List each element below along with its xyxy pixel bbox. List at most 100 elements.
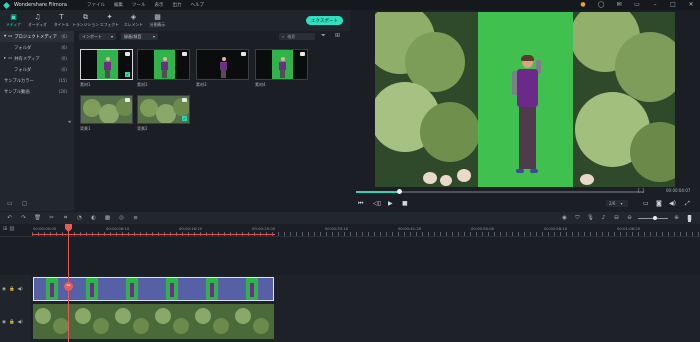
new-folder-icon[interactable]: ▭ [7, 200, 13, 207]
import-dropdown[interactable]: インポート ▾ [79, 33, 116, 40]
eye-icon[interactable]: ◉ [2, 320, 6, 325]
mute-icon[interactable]: ◀) [18, 320, 23, 325]
tick-label: 00:00:00:00 [33, 226, 57, 231]
filter-icon[interactable]: ⏷ [321, 32, 326, 40]
search-input[interactable]: ⌕ 検索 [279, 33, 315, 40]
tab-media[interactable]: ▣ メディア [2, 10, 25, 31]
play-icon[interactable]: ▶ [388, 200, 393, 207]
sidebar-item-project-media[interactable]: ▾ ▭ プロジェクトメディア (6) [0, 31, 74, 42]
crop-icon[interactable]: ⌗ [61, 215, 70, 222]
media-clip-2[interactable] [137, 49, 190, 80]
sidebar-item-sample-videos[interactable]: サンプル動画 (20) [0, 86, 74, 97]
media-clip-3[interactable] [196, 49, 249, 80]
tab-effect[interactable]: ✦ エフェクト [98, 10, 121, 31]
lock-icon[interactable]: 🔒 [9, 287, 15, 292]
media-clip-background-2[interactable]: ✓ [137, 95, 190, 124]
audio-mix-icon[interactable]: ≡ [131, 215, 140, 221]
check-icon: ✓ [182, 116, 187, 121]
clip-frame [115, 308, 131, 324]
minimize-icon[interactable]: – [650, 1, 660, 8]
timeline-clip-background[interactable] [33, 304, 274, 339]
media-clip-background-1[interactable] [80, 95, 133, 124]
green-screen-icon[interactable]: ▩ [103, 215, 112, 221]
undo-icon[interactable]: ↶ [5, 215, 14, 221]
media-clip-1[interactable]: ✓ [80, 49, 133, 80]
snapshot-icon[interactable]: ◙ [656, 200, 662, 207]
microphone-icon[interactable]: 🎙 [586, 215, 595, 221]
export-button[interactable]: エクスポート [306, 16, 343, 25]
menu-edit[interactable]: 編集 [114, 2, 123, 8]
playback-progress-handle[interactable] [396, 189, 402, 194]
clip-frame [126, 278, 138, 300]
volume-icon[interactable]: ◀) [669, 200, 676, 207]
tab-element[interactable]: ◈ エレメント [122, 10, 145, 31]
media-clip-4[interactable] [255, 49, 308, 80]
grid-view-icon[interactable]: ⊞ [335, 32, 340, 39]
prev-frame-icon[interactable]: ◁▯ [373, 200, 381, 207]
tab-audio[interactable]: ♫ オーディオ [26, 10, 49, 31]
tab-split[interactable]: ▦ 分割表示 [146, 10, 169, 31]
folder-icon[interactable]: ▢ [22, 200, 28, 207]
chevron-down-icon: ▾ [620, 201, 623, 206]
clip-frame [173, 318, 189, 334]
collapse-panel-icon[interactable]: ◂ [68, 119, 71, 125]
split-clip-icon[interactable]: ✂ [64, 282, 73, 291]
fullscreen-icon[interactable]: ⤢ [685, 200, 690, 208]
media-library-sidebar: ▾ ▭ プロジェクトメディア (6) フォルダ (6) ▸ ▭ 共有メディア (0) フォルダ… [0, 31, 74, 211]
color-icon[interactable]: ◐ [89, 215, 98, 221]
menu-file[interactable]: ファイル [87, 2, 105, 8]
delete-icon[interactable]: 🗑 [33, 215, 42, 221]
mark-in-out-icon[interactable]: { } [637, 188, 645, 194]
zoom-in-icon[interactable]: ⊕ [672, 215, 681, 221]
speed-icon[interactable]: ◔ [75, 215, 84, 221]
preview-panel: { } 00:00:04:07 ⏮ ◁▯ ▶ ■ 2/6 ▾ ▭ ◙ ◀) ⤢ [350, 10, 700, 212]
eye-icon[interactable]: ◉ [2, 287, 6, 292]
bulb-icon[interactable]: ● [578, 1, 588, 8]
timeline-ruler[interactable]: 00:00:00:00 00:00:08:10 00:00:16:20 00:0… [0, 224, 700, 237]
clip-frame [166, 278, 178, 300]
add-track-icon[interactable]: ⊞ ⛓ [3, 226, 15, 232]
mute-icon[interactable]: ◀) [18, 287, 23, 292]
close-icon[interactable]: ✕ [686, 1, 696, 8]
record-dropdown[interactable]: 録画/録音 ▾ [121, 33, 158, 40]
lock-icon[interactable]: 🔒 [9, 320, 15, 325]
sidebar-item-sample-colors[interactable]: サンプルカラー (15) [0, 75, 74, 86]
clip-frame [46, 278, 58, 300]
timeline-toolbar: ↶ ↷ 🗑 ✂ ⌗ ◔ ◐ ▩ ◎ ≡ ◉ ⛉ 🎙 ♪ ⊟ ⊖ ⊕ ▥ [0, 212, 700, 224]
sidebar-item-shared-folder[interactable]: フォルダ (0) [0, 64, 74, 75]
menu-help[interactable]: ヘルプ [190, 2, 204, 8]
user-icon[interactable]: ◯ [596, 1, 606, 8]
chevron-down-icon: ▾ [152, 34, 155, 39]
notification-icon[interactable]: ✉ [614, 1, 624, 8]
step-back-icon[interactable]: ⏮ [358, 200, 363, 208]
redo-icon[interactable]: ↷ [19, 215, 28, 221]
render-quality-select[interactable]: 2/6 ▾ [606, 200, 628, 207]
clip-frame [195, 308, 211, 324]
monitor-icon[interactable]: ▭ [643, 200, 649, 207]
sidebar-item-shared-media[interactable]: ▸ ▭ 共有メディア (0) [0, 53, 74, 64]
render-icon[interactable]: ◉ [560, 215, 569, 221]
timeline-zoom-slider[interactable] [638, 215, 668, 220]
mixer-icon[interactable]: ⊟ [612, 215, 621, 221]
timeline-zoom-handle[interactable] [652, 215, 657, 220]
cut-icon[interactable]: ✂ [47, 215, 56, 221]
tab-title[interactable]: T タイトル [50, 10, 73, 31]
preview-video[interactable] [375, 12, 675, 187]
voiceover-icon[interactable]: ♪ [599, 215, 608, 221]
marker-icon[interactable]: ⛉ [573, 215, 582, 222]
stop-icon[interactable]: ■ [402, 200, 408, 207]
menu-export[interactable]: 出力 [172, 2, 181, 8]
tab-transition[interactable]: ⧉ トランジション [72, 10, 99, 31]
sidebar-item-folder[interactable]: フォルダ (6) [0, 42, 74, 53]
cart-icon[interactable]: ▭ [632, 1, 642, 8]
clip-frame [206, 278, 218, 300]
menu-tools[interactable]: ツール [132, 2, 146, 8]
timeline-scrollbar[interactable] [688, 215, 691, 222]
menu-view[interactable]: 表示 [154, 2, 163, 8]
egg-shape [457, 169, 471, 182]
chevron-right-icon: ▸ [4, 56, 7, 61]
media-clip-label: 背景1 [80, 126, 91, 131]
maximize-icon[interactable]: □ [668, 1, 678, 8]
zoom-out-icon[interactable]: ⊖ [625, 215, 634, 221]
stabilize-icon[interactable]: ◎ [117, 215, 126, 221]
